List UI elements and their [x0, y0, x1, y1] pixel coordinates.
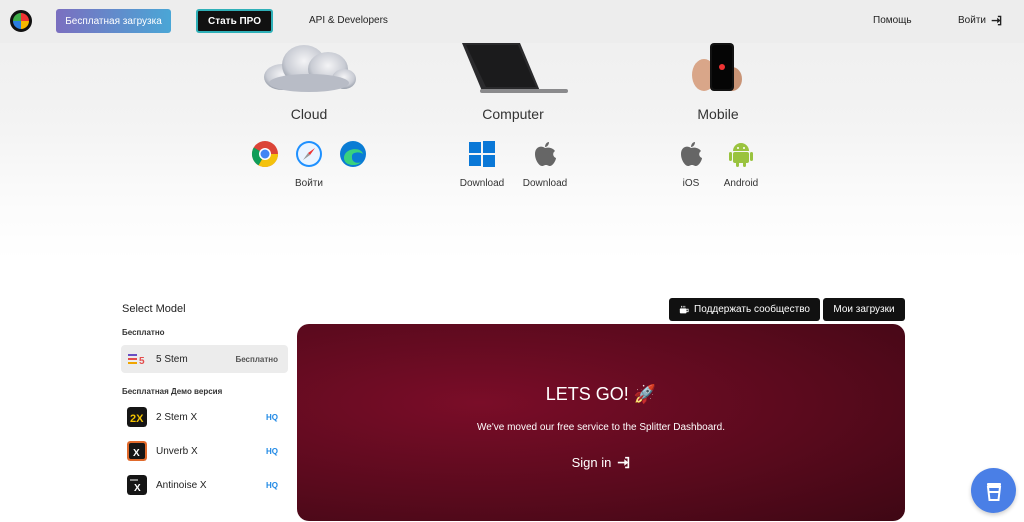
free-group-label: Бесплатно	[122, 328, 165, 337]
select-model-title: Select Model	[122, 303, 186, 315]
android-label[interactable]: Android	[711, 178, 771, 189]
login-label: Войти	[958, 15, 986, 26]
safari-icon[interactable]	[295, 140, 323, 168]
unverb-x-icon-text: X	[133, 448, 140, 459]
unverb-x-icon: X	[127, 441, 147, 461]
laptop-image	[462, 43, 568, 93]
computer-title: Computer	[482, 106, 544, 122]
model-name: 5 Stem	[156, 353, 188, 365]
antinoise-x-icon-text: X	[134, 483, 141, 494]
chrome-icon[interactable]	[251, 140, 279, 168]
mobile-title: Mobile	[697, 106, 739, 122]
cloud-login-label[interactable]: Войти	[279, 178, 339, 189]
five-stem-icon-text: 5	[139, 356, 145, 367]
coffee-icon	[679, 305, 689, 313]
promo-card: LETS GO! 🚀 We've moved our free service …	[297, 324, 905, 521]
model-tag-hq: HQ	[266, 480, 278, 490]
mac-download-label[interactable]: Download	[515, 178, 575, 189]
demo-group-label: Бесплатная Демо версия	[122, 387, 223, 396]
two-stem-x-icon-text: 2X	[130, 413, 144, 425]
model-name: 2 Stem X	[156, 411, 198, 423]
cloud-title: Cloud	[290, 106, 328, 122]
go-pro-button[interactable]: Стать ПРО	[196, 9, 273, 33]
apple-icon[interactable]	[677, 140, 705, 168]
promo-signin-label: Sign in	[571, 455, 612, 470]
promo-signin-button[interactable]: Sign in	[297, 455, 905, 470]
five-stem-icon: 5	[128, 354, 145, 367]
sign-in-icon	[618, 456, 630, 469]
cup-fab-button[interactable]	[971, 468, 1016, 513]
model-item-antinoise-x[interactable]: X Antinoise X HQ	[121, 471, 288, 499]
model-item-unverb-x[interactable]: X Unverb X HQ	[121, 437, 288, 465]
apple-icon[interactable]	[531, 140, 559, 168]
login-link[interactable]: Войти	[958, 15, 1002, 26]
windows-icon[interactable]	[468, 140, 496, 168]
phone-image	[692, 43, 742, 91]
support-community-button[interactable]: Поддержать сообщество	[669, 298, 820, 321]
logo-icon[interactable]	[10, 10, 32, 32]
promo-subtitle: We've moved our free service to the Spli…	[477, 422, 725, 433]
two-stem-x-icon: 2X	[127, 407, 147, 427]
cloud-image	[264, 45, 356, 92]
windows-download-label[interactable]: Download	[452, 178, 512, 189]
api-developers-link[interactable]: API & Developers	[309, 15, 388, 26]
model-item-5-stem[interactable]: 5 5 Stem Бесплатно	[121, 345, 288, 373]
model-tag-free: Бесплатно	[235, 354, 278, 364]
free-download-button[interactable]: Бесплатная загрузка	[56, 9, 171, 33]
model-tag-hq: HQ	[266, 412, 278, 422]
model-tag-hq: HQ	[266, 446, 278, 456]
android-icon[interactable]	[727, 140, 755, 168]
model-item-2-stem-x[interactable]: 2X 2 Stem X HQ	[121, 403, 288, 431]
help-link[interactable]: Помощь	[873, 15, 912, 26]
edge-icon[interactable]	[339, 140, 367, 168]
cup-icon	[986, 482, 1001, 501]
antinoise-x-icon: X	[127, 475, 147, 495]
my-downloads-button[interactable]: Мои загрузки	[823, 298, 905, 321]
model-name: Antinoise X	[156, 479, 207, 491]
sign-in-icon	[991, 15, 1002, 26]
top-nav: Бесплатная загрузка Стать ПРО API & Deve…	[0, 0, 1024, 43]
support-label: Поддержать сообщество	[694, 304, 810, 315]
model-name: Unverb X	[156, 445, 198, 457]
promo-title: LETS GO! 🚀	[545, 384, 657, 404]
